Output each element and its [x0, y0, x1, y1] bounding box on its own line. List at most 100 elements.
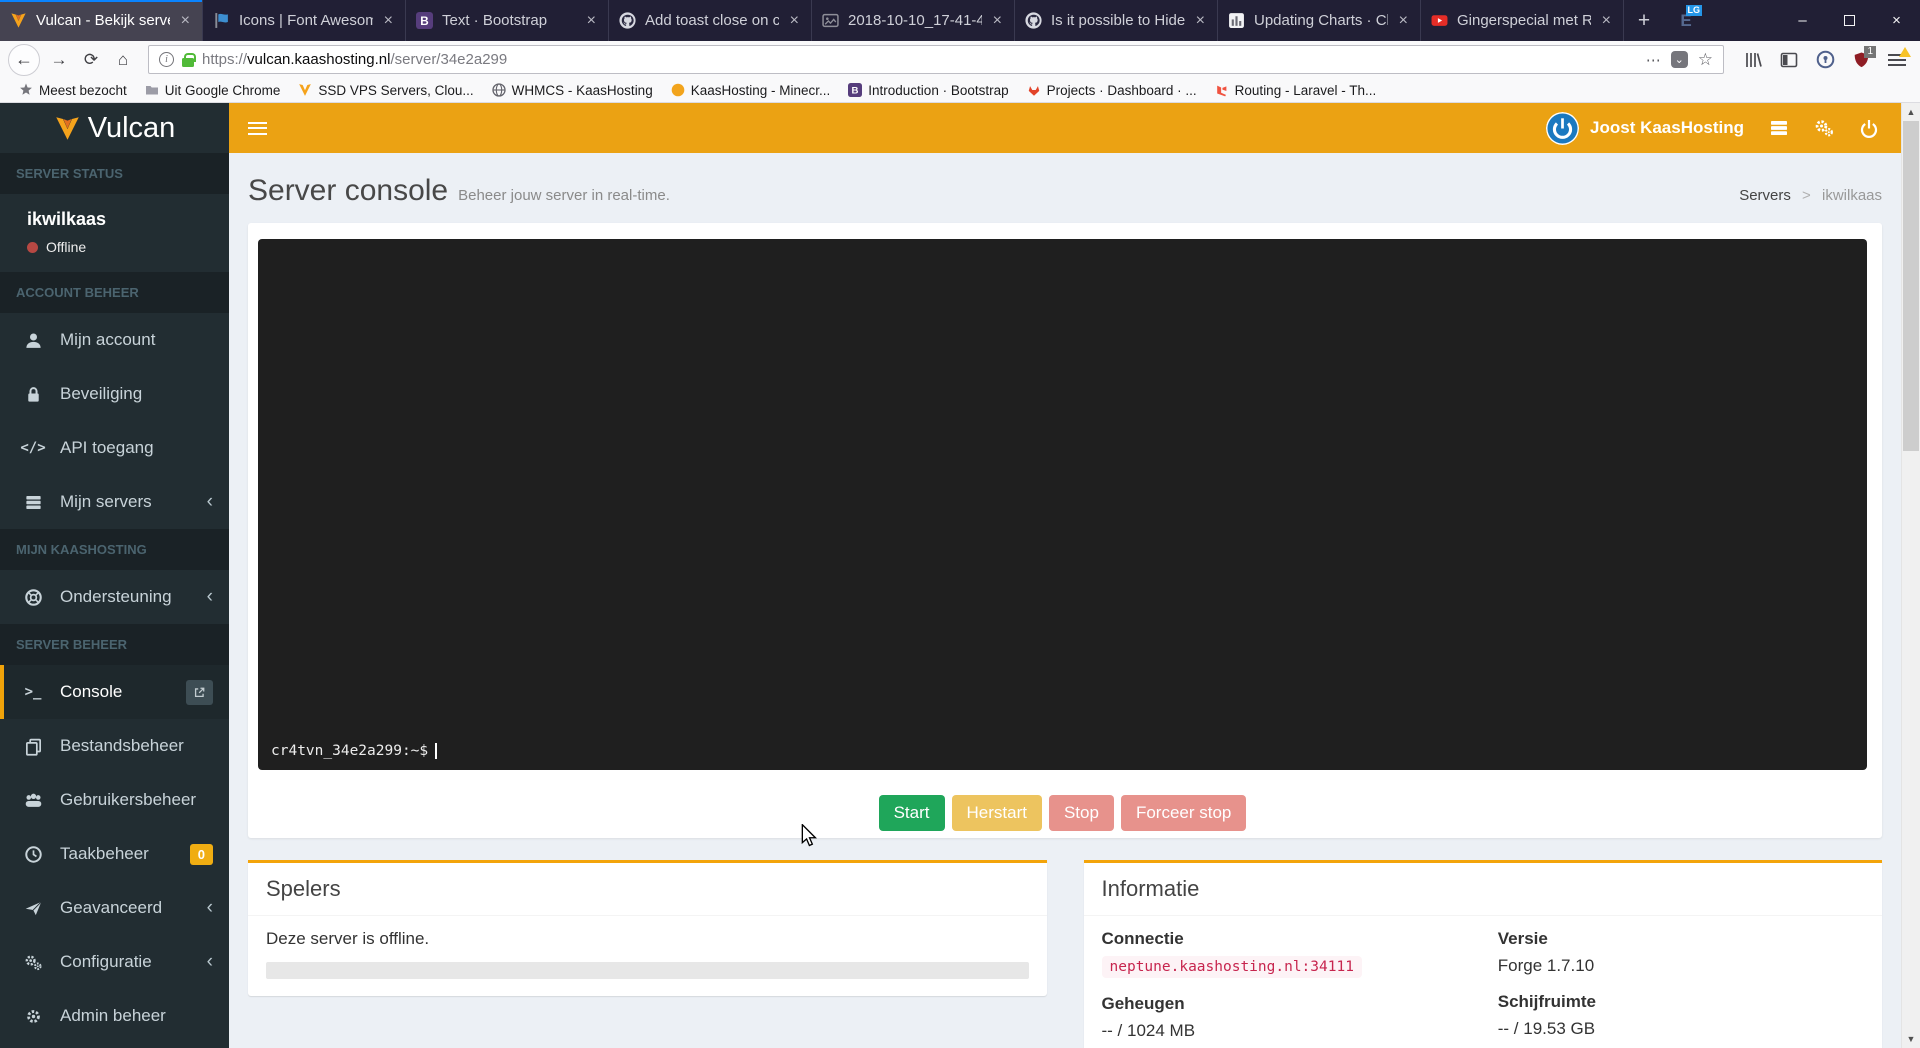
tab-close-icon[interactable]: ×: [1194, 12, 1207, 30]
page-info-icon[interactable]: i: [159, 52, 174, 67]
sidebar-toggle-button[interactable]: [229, 103, 286, 153]
tab-close-icon[interactable]: ×: [1600, 12, 1613, 30]
tab-youtube[interactable]: Gingerspecial met René van ×: [1421, 0, 1624, 41]
https-lock-icon[interactable]: [182, 52, 196, 67]
page-title: Server console: [248, 174, 449, 207]
force-stop-button[interactable]: Forceer stop: [1120, 795, 1247, 831]
bookmark-laravel[interactable]: Routing - Laravel - Th...: [1206, 78, 1386, 102]
reload-button[interactable]: ⟳: [76, 45, 106, 75]
start-button[interactable]: Start: [878, 795, 945, 831]
home-button[interactable]: ⌂: [108, 45, 138, 75]
my-servers-button[interactable]: [1756, 103, 1801, 153]
sidebar-item-console[interactable]: >_ Console: [0, 665, 229, 719]
sidebar-item-admin-beheer[interactable]: Admin beheer: [0, 989, 229, 1043]
tab-close-icon[interactable]: ×: [991, 12, 1004, 30]
close-button[interactable]: ×: [1873, 0, 1920, 41]
tab-close-icon[interactable]: ×: [788, 12, 801, 30]
settings-button[interactable]: [1801, 103, 1846, 153]
tab-fontawesome[interactable]: Icons | Font Awesome ×: [203, 0, 406, 41]
sidebar-item-beveiliging[interactable]: Beveiliging: [0, 367, 229, 421]
breadcrumb-servers-link[interactable]: Servers: [1739, 187, 1791, 204]
url-scheme: https://: [202, 51, 248, 68]
connection-value: neptune.kaashosting.nl:34111: [1101, 956, 1362, 978]
brand-logo[interactable]: Vulcan: [0, 103, 229, 153]
sidebar-section-kaashosting: MIJN KAASHOSTING: [0, 529, 229, 570]
avatar[interactable]: [1546, 111, 1580, 145]
sidebar-section-server-beheer: SERVER BEHEER: [0, 624, 229, 665]
bookmark-whmcs[interactable]: WHMCS - KaasHosting: [483, 78, 662, 102]
tab-github-toast[interactable]: Add toast close on click (wit ×: [609, 0, 812, 41]
console-card: cr4tvn_34e2a299:~$ Start Herstart Stop F…: [248, 223, 1882, 838]
memory-value: -- / 1024 MB: [1101, 1021, 1196, 1040]
stop-button[interactable]: Stop: [1048, 795, 1114, 831]
sidebars-icon[interactable]: [1774, 45, 1804, 75]
language-extension-icon[interactable]: E LG: [1664, 0, 1708, 41]
chevron-left-icon: ‹: [206, 897, 213, 918]
sidebar-item-label: Mijn servers: [60, 492, 152, 511]
sidebar-item-gebruikersbeheer[interactable]: Gebruikersbeheer: [0, 773, 229, 827]
tab-close-icon[interactable]: ×: [1397, 12, 1410, 30]
open-console-external-button[interactable]: [186, 679, 213, 705]
tab-vulcan[interactable]: Vulcan - Bekijk server ikwilka ×: [0, 0, 203, 41]
sidebar-item-label: Ondersteuning: [60, 587, 172, 606]
sidebar-item-mijn-account[interactable]: Mijn account: [0, 313, 229, 367]
pocket-icon[interactable]: ⌄: [1670, 51, 1688, 68]
scroll-down-arrow[interactable]: ▼: [1902, 1034, 1920, 1044]
back-button[interactable]: ←: [8, 43, 40, 76]
adblock-shield-icon[interactable]: 1: [1846, 45, 1876, 75]
maximize-button[interactable]: [1826, 0, 1873, 41]
tab-gif-image[interactable]: 2018-10-10_17-41-42.gif (GIF Ima ×: [812, 0, 1015, 41]
tab-close-icon[interactable]: ×: [179, 12, 192, 30]
tab-close-icon[interactable]: ×: [585, 12, 598, 30]
sidebar-item-configuratie[interactable]: Configuratie ‹: [0, 935, 229, 989]
vulcan-logo-icon: [55, 116, 79, 140]
page-scrollbar[interactable]: ▲ ▼: [1901, 103, 1920, 1048]
url-text[interactable]: https://vulcan.kaashosting.nl/server/34e…: [202, 51, 1638, 68]
tab-close-icon[interactable]: ×: [382, 12, 395, 30]
bookmark-ssd-vps[interactable]: SSD VPS Servers, Clou...: [289, 78, 482, 102]
minimize-button[interactable]: –: [1779, 0, 1826, 41]
menu-button[interactable]: [1882, 45, 1912, 75]
bookmark-bootstrap[interactable]: B Introduction · Bootstrap: [839, 78, 1017, 102]
forward-button[interactable]: →: [44, 45, 74, 75]
clock-icon: [22, 845, 44, 864]
library-icon[interactable]: [1738, 45, 1768, 75]
bookmark-chrome-folder[interactable]: Uit Google Chrome: [136, 78, 290, 102]
sidebar-item-mijn-servers[interactable]: Mijn servers ‹: [0, 475, 229, 529]
app-header: Joost KaasHosting: [229, 103, 1901, 153]
bookmark-gitlab[interactable]: Projects · Dashboard · ...: [1018, 78, 1206, 102]
page-actions-icon[interactable]: ⋯: [1646, 51, 1661, 69]
tab-bootstrap-text[interactable]: B Text · Bootstrap ×: [406, 0, 609, 41]
server-controls: Start Herstart Stop Forceer stop: [258, 795, 1867, 831]
sidebar-item-api-toegang[interactable]: </> API toegang: [0, 421, 229, 475]
gears-icon: [22, 953, 44, 972]
bookmark-kaashosting[interactable]: KaasHosting - Minecr...: [662, 78, 840, 102]
vulcan-favicon-icon: [10, 12, 27, 29]
sidebar-item-geavanceerd[interactable]: Geavanceerd ‹: [0, 881, 229, 935]
github-icon: [1025, 12, 1042, 29]
restart-button[interactable]: Herstart: [951, 795, 1042, 831]
sidebar-section-server-status: SERVER STATUS: [0, 153, 229, 194]
bookmark-most-visited[interactable]: Meest bezocht: [10, 78, 136, 102]
server-list-icon: [1770, 121, 1787, 135]
new-tab-button[interactable]: +: [1624, 0, 1664, 41]
tab-chartjs[interactable]: Updating Charts · Chart.js d ×: [1218, 0, 1421, 41]
logged-in-user[interactable]: Joost KaasHosting: [1590, 118, 1744, 138]
password-manager-icon[interactable]: [1810, 45, 1840, 75]
chevron-left-icon: ‹: [206, 951, 213, 972]
sidebar-item-ondersteuning[interactable]: Ondersteuning ‹: [0, 570, 229, 624]
browser-tab-bar: Vulcan - Bekijk server ikwilka × Icons |…: [0, 0, 1920, 41]
logout-button[interactable]: [1846, 103, 1891, 153]
url-bar[interactable]: i https://vulcan.kaashosting.nl/server/3…: [148, 45, 1724, 74]
scroll-up-arrow[interactable]: ▲: [1902, 107, 1920, 117]
sidebar-item-bestandsbeheer[interactable]: Bestandsbeheer: [0, 719, 229, 773]
chartjs-icon: [1228, 12, 1245, 29]
version-field: Versie Forge 1.7.10: [1498, 929, 1864, 976]
scrollbar-thumb[interactable]: [1903, 121, 1919, 451]
code-icon: </>: [20, 440, 46, 456]
bookmark-label: WHMCS - KaasHosting: [511, 82, 653, 98]
sidebar-item-taakbeheer[interactable]: Taakbeheer 0: [0, 827, 229, 881]
tab-github-points[interactable]: Is it possible to Hide Points ×: [1015, 0, 1218, 41]
server-terminal[interactable]: cr4tvn_34e2a299:~$: [258, 239, 1867, 770]
bookmark-star-icon[interactable]: ☆: [1698, 50, 1713, 70]
